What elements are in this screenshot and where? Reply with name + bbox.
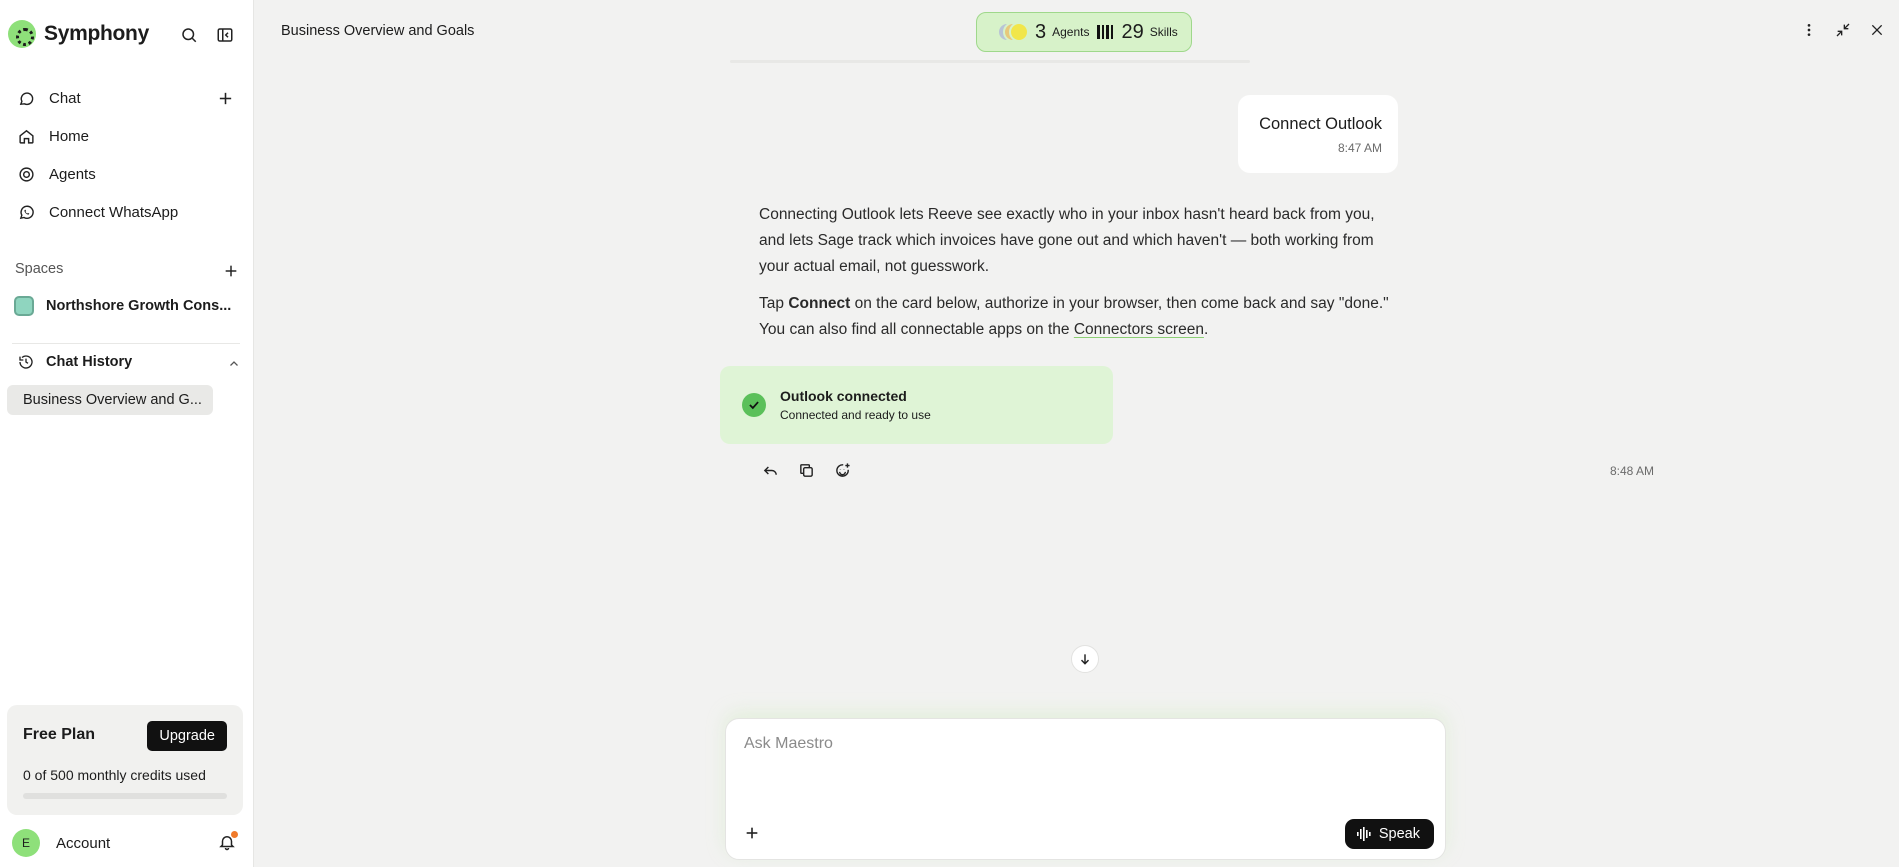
target-icon (19, 166, 34, 182)
arrow-down-icon (1080, 654, 1090, 665)
outlook-connected-card: Outlook connected Connected and ready to… (720, 366, 1113, 444)
space-item[interactable]: Northshore Growth Cons... (14, 296, 231, 316)
agents-count: 3 (1035, 20, 1047, 43)
agents-skills-pill[interactable]: 3 Agents 29 Skills (976, 12, 1192, 52)
symphony-logo-icon (8, 20, 36, 48)
brand[interactable]: Symphony (8, 20, 149, 48)
assistant-paragraph-1: Connecting Outlook lets Reeve see exactl… (759, 206, 1375, 275)
account-label: Account (56, 834, 111, 852)
nav-item-agents[interactable]: Agents (0, 155, 254, 193)
home-icon (19, 129, 34, 144)
user-message-text: Connect Outlook (1259, 115, 1382, 133)
main-area: Business Overview and Goals 3 Agents 29 … (255, 0, 1899, 867)
search-icon[interactable] (180, 26, 198, 44)
assistant-message-time: 8:48 AM (1609, 464, 1654, 478)
speak-button[interactable]: Speak (1344, 819, 1434, 849)
notifications-bell[interactable] (218, 831, 238, 851)
reply-icon[interactable] (761, 461, 779, 479)
chat-history-header[interactable]: Chat History (18, 354, 240, 370)
sidebar-top-actions (180, 26, 234, 44)
message-input[interactable] (744, 735, 1404, 753)
connect-keyword: Connect (788, 295, 851, 312)
nav-label-home: Home (49, 127, 90, 145)
credits-progress-bar (23, 793, 227, 799)
chevron-up-icon[interactable] (228, 358, 240, 370)
collapse-sidebar-icon[interactable] (216, 26, 234, 44)
spaces-label: Spaces (15, 261, 64, 277)
add-space-plus-icon[interactable] (223, 263, 239, 279)
nav-item-connect-whatsapp[interactable]: Connect WhatsApp (0, 193, 254, 231)
sidebar-nav: Chat Home Agents Connect WhatsApp (0, 79, 254, 231)
space-name: Northshore Growth Cons... (46, 298, 232, 314)
message-actions (761, 461, 851, 479)
spaces-header: Spaces (15, 261, 239, 277)
agents-label: Agents (1052, 25, 1090, 39)
plan-credits-text: 0 of 500 monthly credits used (23, 767, 206, 783)
assistant-message: Connecting Outlook lets Reeve see exactl… (759, 202, 1399, 354)
whatsapp-icon (19, 205, 34, 219)
history-icon (19, 355, 33, 369)
scroll-fade-divider (730, 60, 1250, 63)
page-title: Business Overview and Goals (281, 23, 475, 39)
upgrade-button[interactable]: Upgrade (147, 721, 227, 751)
avatar: E (12, 829, 40, 857)
composer: Speak (725, 718, 1446, 860)
speak-label: Speak (1378, 826, 1420, 842)
header-actions (1801, 22, 1885, 38)
more-vertical-icon[interactable] (1801, 22, 1817, 38)
nav-label-whatsapp: Connect WhatsApp (49, 203, 179, 221)
notification-dot (231, 831, 238, 838)
add-reaction-icon[interactable] (833, 461, 851, 479)
assistant-paragraph-2: Tap Connect on the card below, authorize… (759, 295, 1389, 338)
chat-bubble-icon (19, 91, 34, 105)
user-message-bubble: Connect Outlook 8:47 AM (1238, 95, 1398, 173)
nav-label-agents: Agents (49, 165, 96, 183)
waveform-icon (1356, 827, 1371, 841)
new-chat-plus-icon[interactable] (217, 90, 234, 107)
chat-history-label: Chat History (46, 354, 133, 370)
minimize-icon[interactable] (1835, 22, 1851, 38)
nav-label-chat: Chat (49, 89, 81, 107)
connectors-screen-link[interactable]: Connectors screen (1074, 321, 1204, 338)
account-row[interactable]: E Account (12, 829, 238, 857)
skills-count: 29 (1121, 20, 1144, 43)
nav-item-chat[interactable]: Chat (0, 79, 254, 117)
plan-card: Free Plan Upgrade 0 of 500 monthly credi… (7, 705, 243, 815)
plan-title: Free Plan (23, 726, 96, 743)
sidebar: Symphony Chat Home Agents Connect WhatsA… (0, 0, 254, 867)
copy-icon[interactable] (797, 461, 815, 479)
history-item[interactable]: Business Overview and G... (7, 385, 213, 415)
skills-label: Skills (1149, 25, 1178, 39)
user-message-time: 8:47 AM (1337, 141, 1382, 155)
agent-avatar (1009, 22, 1029, 42)
agent-avatars (997, 22, 1029, 42)
check-circle-icon (742, 393, 766, 417)
scroll-to-bottom-button[interactable] (1071, 645, 1099, 673)
card-subtitle: Connected and ready to use (780, 408, 931, 422)
app-name: Symphony (44, 22, 149, 45)
nav-item-home[interactable]: Home (0, 117, 254, 155)
attach-plus-icon[interactable] (744, 825, 760, 841)
close-icon[interactable] (1869, 22, 1885, 38)
skills-bars-icon (1097, 25, 1114, 39)
card-title: Outlook connected (780, 388, 907, 404)
space-color-swatch (14, 296, 34, 316)
sidebar-divider (12, 343, 240, 344)
